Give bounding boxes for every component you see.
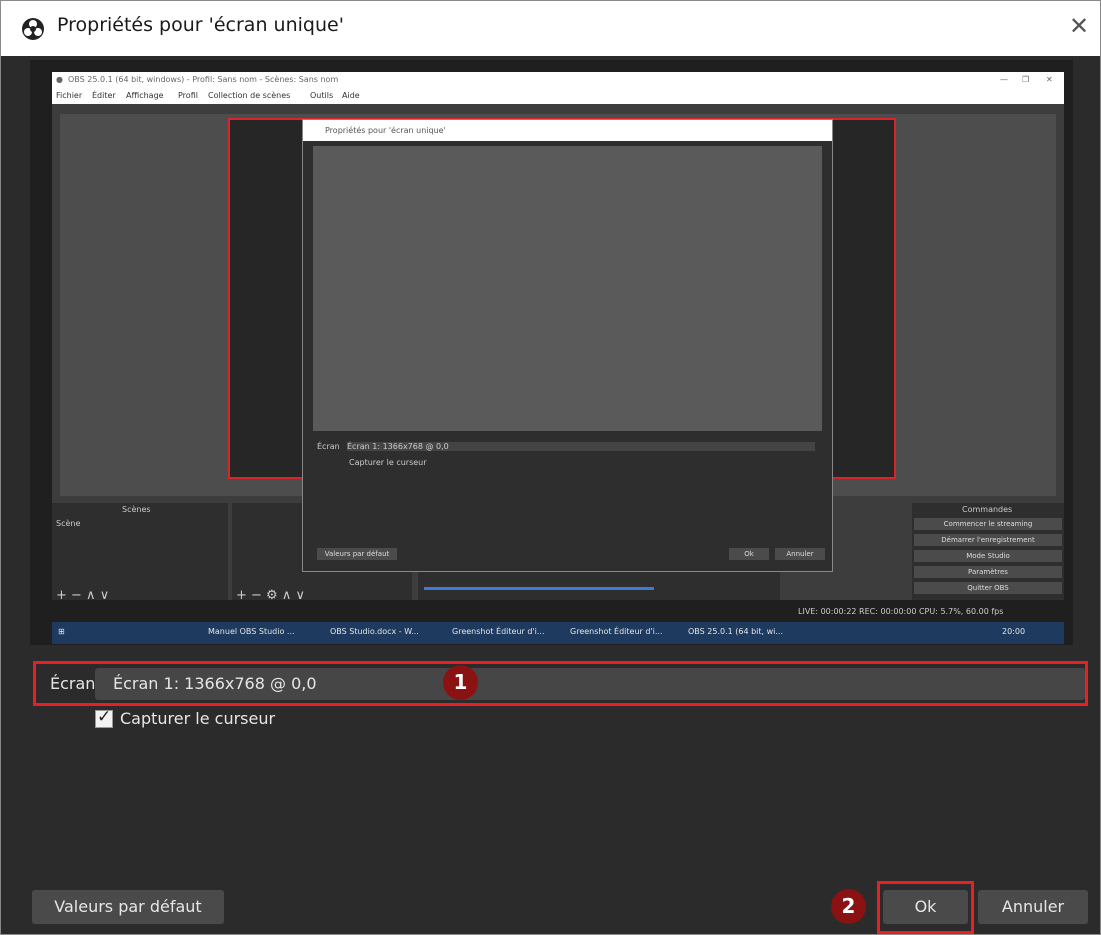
- preview-menu-item: Affichage: [126, 91, 164, 100]
- annotation-badge-2: 2: [831, 889, 866, 924]
- screen-label: Écran: [50, 674, 96, 693]
- preview-taskbar-item: Manuel OBS Studio ...: [208, 627, 295, 636]
- preview-scenes-header: Scènes: [122, 505, 151, 514]
- preview-menu-item: Collection de scènes: [208, 91, 291, 100]
- ok-button[interactable]: Ok: [883, 890, 968, 924]
- preview-taskbar-item: OBS 25.0.1 (64 bit, wi...: [688, 627, 784, 636]
- preview-menu-item: Outils: [310, 91, 334, 100]
- screen-select-value: Écran 1: 1366x768 @ 0,0: [113, 674, 317, 693]
- preview-menu-item: Fichier: [56, 91, 83, 100]
- preview-inner-canvas: [313, 146, 822, 431]
- screen-row-highlight: Écran Écran 1: 1366x768 @ 0,0 ▲▼: [33, 661, 1088, 706]
- properties-dialog: Propriétés pour 'écran unique' ✕ ● OBS 2…: [0, 0, 1101, 935]
- preview-volume-slider: [424, 587, 654, 590]
- obs-logo-icon: [22, 18, 44, 40]
- preview-minimize-icon: —: [1000, 75, 1008, 84]
- preview-scene-toolbar: + − ∧ ∨: [56, 588, 110, 603]
- preview-control-button: Démarrer l'enregistrement: [914, 534, 1062, 546]
- preview-taskbar-item: Greenshot Éditeur d'i...: [570, 627, 663, 636]
- close-icon[interactable]: ✕: [1069, 12, 1089, 40]
- preview-inner-cancel: Annuler: [775, 548, 825, 560]
- preview-control-button: Quitter OBS: [914, 582, 1062, 594]
- preview-obs-logo-icon: ●: [56, 75, 63, 84]
- preview-inner-screen-label: Écran: [317, 442, 340, 451]
- preview-menu-item: Profil: [178, 91, 198, 100]
- preview-controls-header: Commandes: [962, 505, 1013, 514]
- preview-taskbar-item: Greenshot Éditeur d'i...: [452, 627, 545, 636]
- preview-windows-icon: ⊞: [58, 627, 65, 636]
- preview-menubar: Fichier Éditer Affichage Profil Collecti…: [52, 88, 1064, 104]
- preview-scenes-item: Scène: [56, 519, 81, 528]
- preview-status: LIVE: 00:00:22 REC: 00:00:00 CPU: 5.7%, …: [798, 607, 1004, 616]
- preview-inner-title: Propriétés pour 'écran unique': [325, 126, 446, 135]
- preview-control-button: Paramètres: [914, 566, 1062, 578]
- screen-select[interactable]: Écran 1: 1366x768 @ 0,0 ▲▼: [95, 668, 1085, 700]
- preview-menu-item: Éditer: [92, 91, 116, 100]
- title-bar: Propriétés pour 'écran unique' ✕: [1, 1, 1100, 56]
- preview-obs-title: OBS 25.0.1 (64 bit, windows) - Profil: S…: [68, 75, 339, 84]
- preview-menu-item: Aide: [342, 91, 360, 100]
- dialog-title: Propriétés pour 'écran unique': [57, 14, 344, 36]
- preview-close-icon: ✕: [1046, 75, 1053, 84]
- preview-control-button: Mode Studio: [914, 550, 1062, 562]
- screen-preview: ● OBS 25.0.1 (64 bit, windows) - Profil:…: [30, 60, 1073, 645]
- annotation-badge-1: 1: [443, 665, 478, 700]
- preview-clock: 20:00: [1002, 627, 1026, 636]
- preview-source-toolbar: + − ⚙ ∧ ∨: [236, 588, 305, 603]
- preview-taskbar-item: OBS Studio.docx - W...: [330, 627, 419, 636]
- defaults-button[interactable]: Valeurs par défaut: [32, 890, 224, 924]
- preview-inner-ok: Ok: [729, 548, 769, 560]
- capture-cursor-label: Capturer le curseur: [120, 709, 276, 728]
- preview-taskbar: ⊞ Manuel OBS Studio ... OBS Studio.docx …: [52, 622, 1064, 644]
- preview-restore-icon: ❐: [1022, 75, 1030, 84]
- preview-inner-capture: Capturer le curseur: [349, 458, 427, 467]
- capture-cursor-checkbox[interactable]: [95, 707, 113, 728]
- preview-scenes-panel: [52, 503, 228, 600]
- preview-inner-dialog: Propriétés pour 'écran unique' Écran Écr…: [302, 119, 833, 572]
- preview-inner-defaults: Valeurs par défaut: [317, 548, 397, 560]
- preview-inner-titlebar: Propriétés pour 'écran unique': [303, 120, 832, 141]
- preview-control-button: Commencer le streaming: [914, 518, 1062, 530]
- preview-obs-titlebar: ● OBS 25.0.1 (64 bit, windows) - Profil:…: [52, 72, 1064, 88]
- cancel-button[interactable]: Annuler: [978, 890, 1088, 924]
- preview-inner-screen-value: Écran 1: 1366x768 @ 0,0: [347, 442, 815, 451]
